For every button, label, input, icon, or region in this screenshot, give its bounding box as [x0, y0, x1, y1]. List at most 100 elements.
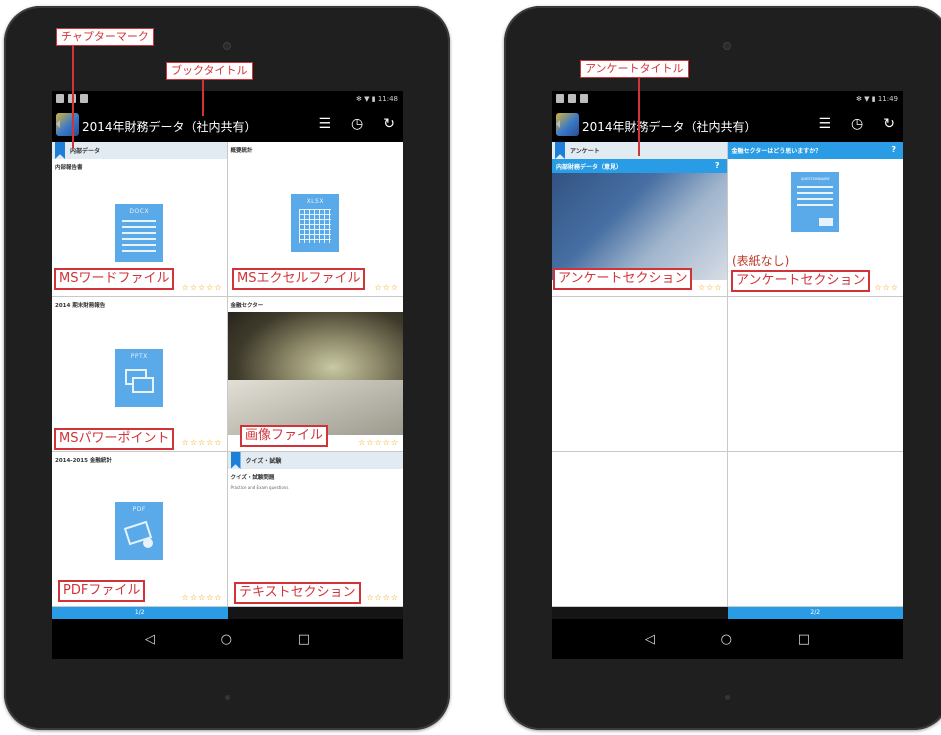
- rating-stars[interactable]: ☆☆☆☆: [366, 593, 399, 602]
- home-icon[interactable]: ○: [221, 632, 232, 647]
- survey-title-bar: 金融セクターはどう思いますか？ ?: [727, 142, 903, 159]
- leader-line: [638, 78, 640, 156]
- page-bar[interactable]: 1/2: [52, 607, 403, 619]
- cell-title: 2014-2015 金融統計: [55, 458, 112, 464]
- question-icon: ?: [714, 161, 720, 170]
- list-icon[interactable]: ☰: [818, 116, 831, 132]
- nav-bar: ◁ ○ □: [552, 619, 903, 659]
- list-icon[interactable]: ☰: [318, 116, 331, 132]
- pptx-file-icon: PPTX: [115, 349, 164, 407]
- rating-stars[interactable]: ☆☆☆☆☆: [182, 593, 223, 602]
- chapter-title: 内部データ: [70, 148, 101, 155]
- cell-title: 2014 期末財務報告: [55, 303, 106, 309]
- leader-line: [72, 46, 74, 148]
- chapter-header: クイズ・試験: [227, 452, 403, 469]
- question-icon: ?: [891, 145, 896, 154]
- callout-image-file: 画像ファイル: [240, 425, 329, 447]
- screen-left: ✻ ▼ ▮ 11:48 2014年財務データ（社内共有） ☰ ◷ ↻ 内部データ…: [52, 91, 403, 659]
- action-icons: ☰ ◷ ↻: [318, 116, 395, 132]
- callout-chapter-mark: チャプターマーク: [56, 28, 154, 46]
- calculator-photo: [552, 159, 727, 280]
- xlsx-file-icon: XLSX: [291, 194, 340, 252]
- content-grid: アンケート 内部財務データ（意見） ? ☆☆☆ 金融セクターはどう思いますか？ …: [552, 142, 903, 607]
- recents-icon[interactable]: □: [798, 632, 810, 647]
- status-time: ✻ ▼ ▮ 11:48: [356, 95, 398, 103]
- page-bar[interactable]: 2/2: [552, 607, 903, 619]
- coins-photo: [227, 312, 403, 435]
- survey-title: 内部財務データ（意見）: [556, 163, 623, 171]
- chapter-header: 内部データ: [52, 142, 227, 159]
- notification-icons: [556, 94, 588, 103]
- chapter-title: クイズ・試験: [245, 458, 282, 465]
- status-bar: ✻ ▼ ▮ 11:49: [552, 91, 903, 108]
- chapter-title: アンケート: [570, 148, 600, 155]
- rating-stars[interactable]: ☆☆☆☆☆: [182, 283, 223, 292]
- empty-cell: [552, 452, 728, 607]
- file-ext: DOCX: [129, 208, 150, 215]
- action-icons: ☰ ◷ ↻: [818, 116, 895, 132]
- cell-title: クイズ・試験問題: [230, 475, 275, 481]
- callout-ms-excel: MSエクセルファイル: [232, 268, 366, 290]
- camera-icon: [723, 42, 731, 50]
- rating-stars[interactable]: ☆☆☆: [374, 283, 399, 292]
- tablet-right: ✻ ▼ ▮ 11:49 2014年財務データ（社内共有） ☰ ◷ ↻ アンケート…: [504, 6, 941, 730]
- sensor-dot: [724, 695, 730, 700]
- refresh-icon[interactable]: ↻: [883, 116, 895, 132]
- callout-ms-word: MSワードファイル: [54, 268, 175, 290]
- rating-stars[interactable]: ☆☆☆☆☆: [182, 438, 223, 447]
- app-back-icon[interactable]: [56, 113, 79, 136]
- bookmark-icon: [230, 452, 241, 469]
- bookmark-icon: [555, 142, 565, 159]
- home-icon[interactable]: ○: [721, 632, 732, 647]
- leader-line: [202, 80, 204, 116]
- survey-title: 金融セクターはどう思いますか？: [731, 148, 822, 155]
- docx-file-icon: DOCX: [115, 204, 164, 262]
- back-icon[interactable]: ◁: [145, 632, 155, 647]
- clock-icon[interactable]: ◷: [351, 116, 363, 132]
- file-ext: PDF: [132, 506, 146, 513]
- cell-subtitle: Practice and Exam questions: [230, 485, 289, 490]
- bookmark-icon: [55, 142, 65, 159]
- pdf-file-icon: PDF: [115, 502, 164, 560]
- rating-stars[interactable]: ☆☆☆: [874, 283, 899, 292]
- tablet-left: ✻ ▼ ▮ 11:48 2014年財務データ（社内共有） ☰ ◷ ↻ 内部データ…: [4, 6, 450, 730]
- cell-title: 内部報告書: [55, 165, 83, 171]
- app-back-icon[interactable]: [556, 113, 579, 136]
- empty-cell: [727, 297, 903, 452]
- sensor-dot: [224, 695, 230, 700]
- camera-icon: [223, 42, 231, 50]
- callout-pdf-file: PDFファイル: [58, 580, 146, 602]
- questionnaire-label: QUESTIONNAIRE: [800, 177, 830, 181]
- note-no-cover: (表紙なし): [732, 254, 790, 268]
- status-time: ✻ ▼ ▮ 11:49: [856, 95, 898, 103]
- recents-icon[interactable]: □: [298, 632, 310, 647]
- book-title: 2014年財務データ（社内共有）: [582, 120, 757, 134]
- clock-icon[interactable]: ◷: [851, 116, 863, 132]
- status-bar: ✻ ▼ ▮ 11:48: [52, 91, 403, 108]
- empty-cell: [727, 452, 903, 607]
- action-bar: 2014年財務データ（社内共有） ☰ ◷ ↻: [52, 108, 403, 142]
- back-icon[interactable]: ◁: [645, 632, 655, 647]
- book-title: 2014年財務データ（社内共有）: [82, 120, 257, 134]
- page-indicator-empty[interactable]: [552, 607, 728, 619]
- file-ext: PPTX: [130, 353, 148, 360]
- page-indicator[interactable]: 2/2: [727, 607, 903, 619]
- rating-stars[interactable]: ☆☆☆: [698, 283, 723, 292]
- page-indicator-empty[interactable]: [228, 607, 404, 619]
- content-grid: 内部データ 内部報告書 DOCX ☆☆☆☆☆ 概要統計 XLSX ☆☆☆ 201…: [52, 142, 403, 607]
- file-ext: XLSX: [306, 198, 324, 205]
- callout-survey-section-2: アンケートセクション: [731, 270, 871, 292]
- callout-ms-powerpoint: MSパワーポイント: [54, 428, 175, 450]
- refresh-icon[interactable]: ↻: [383, 116, 395, 132]
- rating-stars[interactable]: ☆☆☆☆☆: [358, 438, 399, 447]
- page-indicator[interactable]: 1/2: [52, 607, 228, 619]
- callout-book-title: ブックタイトル: [166, 62, 253, 80]
- cell-title: 概要統計: [230, 148, 253, 154]
- questionnaire-icon: QUESTIONNAIRE: [791, 172, 840, 232]
- action-bar: 2014年財務データ（社内共有） ☰ ◷ ↻: [552, 108, 903, 142]
- screen-right: ✻ ▼ ▮ 11:49 2014年財務データ（社内共有） ☰ ◷ ↻ アンケート…: [552, 91, 903, 659]
- survey-title-bar: 内部財務データ（意見） ?: [552, 159, 727, 173]
- empty-cell: [552, 297, 728, 452]
- callout-text-section: テキストセクション: [234, 582, 361, 604]
- callout-survey-section-1: アンケートセクション: [553, 268, 693, 290]
